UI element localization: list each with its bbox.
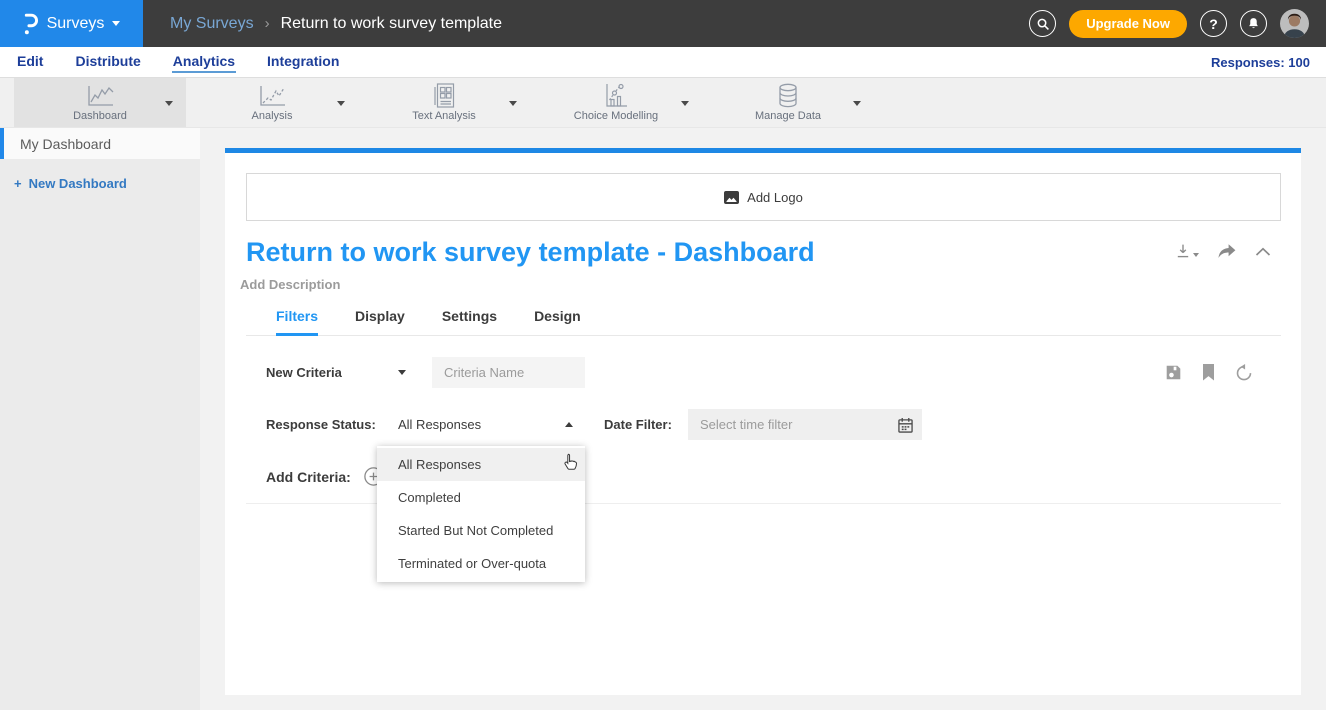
tab-display[interactable]: Display [355, 308, 405, 336]
page-title: Return to work survey template - Dashboa… [246, 237, 815, 268]
line-chart-icon [85, 84, 115, 108]
upgrade-now-button[interactable]: Upgrade Now [1069, 10, 1187, 38]
add-logo-label: Add Logo [747, 190, 803, 205]
nav-item-edit[interactable]: Edit [16, 51, 44, 73]
nav-item-integration[interactable]: Integration [266, 51, 340, 73]
chevron-up-icon [565, 422, 573, 427]
save-criteria-button[interactable] [1165, 364, 1182, 381]
content-area: My Dashboard + New Dashboard Add Logo Re… [0, 128, 1326, 710]
toolbar-item-choice-modelling[interactable]: Choice Modelling [530, 78, 702, 127]
chevron-up-icon [1255, 247, 1271, 256]
search-icon [1036, 17, 1050, 31]
chevron-down-icon [398, 370, 406, 375]
nav-item-analytics[interactable]: Analytics [172, 51, 236, 73]
survey-nav: Edit Distribute Analytics Integration Re… [0, 47, 1326, 78]
toolbar-item-manage-data[interactable]: Manage Data [702, 78, 874, 127]
responses-count[interactable]: Responses: 100 [1211, 55, 1310, 70]
plus-icon: + [14, 176, 22, 191]
tab-filters[interactable]: Filters [276, 308, 318, 336]
bookmark-criteria-button[interactable] [1202, 364, 1215, 381]
database-icon [776, 84, 800, 108]
dashboard-card: Add Logo Return to work survey template … [225, 148, 1301, 695]
bell-icon [1247, 17, 1260, 31]
chevron-down-icon[interactable] [165, 101, 173, 106]
toolbar-item-label: Dashboard [73, 110, 127, 122]
toolbar-item-text-analysis[interactable]: Text Analysis [358, 78, 530, 127]
header-actions: Upgrade Now ? [1029, 9, 1309, 38]
text-grid-icon [434, 84, 455, 108]
new-dashboard-label: New Dashboard [29, 176, 127, 191]
criteria-row: New Criteria [266, 357, 1253, 388]
image-icon [724, 191, 739, 204]
analytics-toolbar: Dashboard Analysis Text Analysis [0, 78, 1326, 128]
help-button[interactable]: ? [1200, 10, 1227, 37]
breadcrumb-separator: › [265, 15, 270, 32]
toolbar-item-dashboard[interactable]: Dashboard [14, 78, 186, 127]
calendar-icon[interactable] [898, 417, 913, 433]
date-filter-label: Date Filter: [604, 417, 688, 432]
share-icon [1217, 243, 1237, 259]
sidebar-item-my-dashboard[interactable]: My Dashboard [0, 128, 200, 159]
chevron-down-icon [112, 21, 120, 26]
bookmark-icon [1202, 364, 1215, 381]
avatar[interactable] [1280, 9, 1309, 38]
tab-design[interactable]: Design [534, 308, 581, 336]
app-header: Surveys My Surveys › Return to work surv… [0, 0, 1326, 47]
date-filter-input[interactable] [690, 417, 898, 432]
collapse-button[interactable] [1255, 247, 1271, 256]
questionpro-logo-icon [23, 11, 39, 36]
status-date-row: Response Status: All Responses Date Filt… [266, 409, 1301, 440]
dashboard-main: Add Logo Return to work survey template … [200, 128, 1326, 710]
dropdown-option-terminated-overquota[interactable]: Terminated or Over-quota [377, 547, 585, 580]
trend-chart-icon [257, 84, 287, 108]
toolbar-item-label: Analysis [252, 110, 293, 122]
response-status-dropdown: All Responses Completed Started But Not … [377, 446, 585, 582]
criteria-type-select[interactable]: New Criteria [266, 365, 406, 380]
share-button[interactable] [1217, 243, 1237, 259]
dropdown-option-all-responses[interactable]: All Responses [377, 448, 585, 481]
dropdown-option-completed[interactable]: Completed [377, 481, 585, 514]
dashboard-sidebar: My Dashboard + New Dashboard [0, 128, 200, 710]
reset-criteria-button[interactable] [1235, 363, 1253, 382]
response-status-select[interactable]: All Responses [398, 417, 573, 432]
download-button[interactable] [1175, 243, 1199, 259]
scatter-chart-icon [603, 84, 629, 108]
chevron-down-icon [1193, 253, 1199, 257]
criteria-type-value: New Criteria [266, 365, 342, 380]
save-icon [1165, 364, 1182, 381]
chevron-down-icon[interactable] [681, 101, 689, 106]
breadcrumb: My Surveys › Return to work survey templ… [170, 15, 502, 33]
tab-settings[interactable]: Settings [442, 308, 497, 336]
new-dashboard-button[interactable]: + New Dashboard [14, 176, 200, 191]
title-row: Return to work survey template - Dashboa… [246, 237, 1271, 268]
breadcrumb-parent-link[interactable]: My Surveys [170, 15, 254, 33]
download-icon [1175, 243, 1191, 259]
toolbar-item-label: Choice Modelling [574, 110, 658, 122]
nav-item-distribute[interactable]: Distribute [74, 51, 141, 73]
toolbar-item-label: Manage Data [755, 110, 821, 122]
chevron-down-icon[interactable] [337, 101, 345, 106]
reset-icon [1235, 363, 1253, 382]
date-filter-field [688, 409, 922, 440]
product-name: Surveys [47, 15, 105, 33]
add-description-button[interactable]: Add Description [240, 277, 1301, 292]
breadcrumb-current: Return to work survey template [281, 15, 502, 33]
notifications-button[interactable] [1240, 10, 1267, 37]
product-switcher[interactable]: Surveys [0, 0, 143, 47]
toolbar-item-label: Text Analysis [412, 110, 476, 122]
title-actions [1175, 243, 1271, 259]
criteria-actions [1165, 363, 1253, 382]
criteria-name-input[interactable] [432, 357, 585, 388]
toolbar-item-analysis[interactable]: Analysis [186, 78, 358, 127]
dropdown-option-started-not-completed[interactable]: Started But Not Completed [377, 514, 585, 547]
search-button[interactable] [1029, 10, 1056, 37]
chevron-down-icon[interactable] [509, 101, 517, 106]
response-status-label: Response Status: [266, 417, 398, 432]
dashboard-tabs: Filters Display Settings Design [246, 308, 1281, 336]
add-criteria-label: Add Criteria: [266, 469, 351, 485]
chevron-down-icon[interactable] [853, 101, 861, 106]
response-status-value: All Responses [398, 417, 481, 432]
add-logo-button[interactable]: Add Logo [246, 173, 1281, 221]
